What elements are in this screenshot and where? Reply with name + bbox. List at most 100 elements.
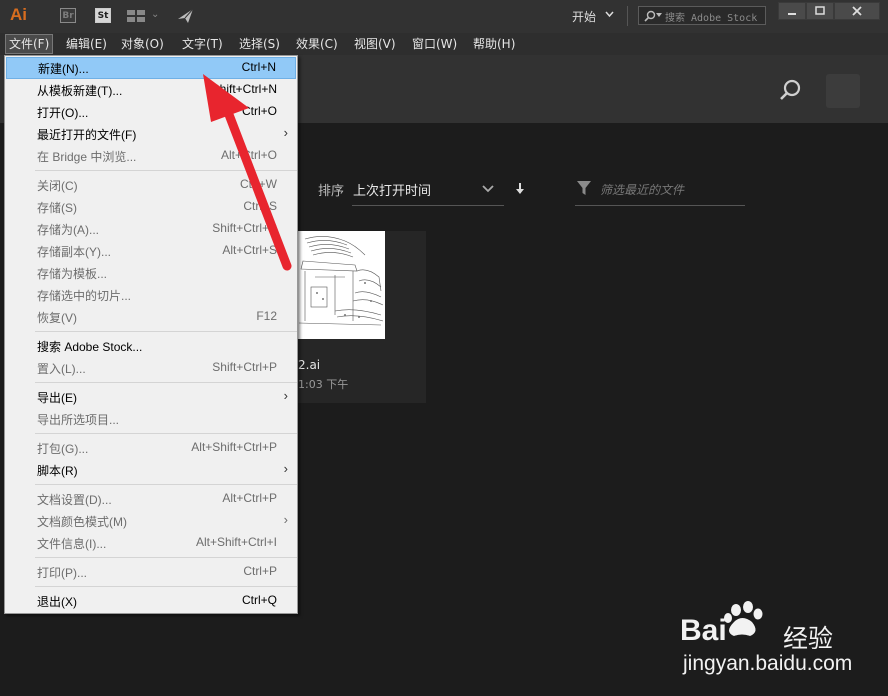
menu-item-label: 存储选中的切片... <box>37 289 132 303</box>
minimize-button[interactable] <box>778 2 806 20</box>
maximize-icon <box>815 6 825 15</box>
menu-item-search-adobe-stock[interactable]: 搜索 Adobe Stock... <box>5 335 297 357</box>
menu-item-label: 搜索 Adobe Stock... <box>37 340 143 354</box>
recent-file-name[interactable]: 2.ai <box>298 358 320 372</box>
filter-underline <box>575 205 745 206</box>
menu-item-close[interactable]: 关闭(C) Ctrl+W <box>5 174 297 196</box>
arrange-chevron-icon[interactable]: ⌄ <box>151 9 159 20</box>
menu-separator <box>35 484 297 485</box>
watermark-brand-cn: 经验 <box>783 624 834 653</box>
menu-item-shortcut: Alt+Ctrl+O <box>220 148 277 162</box>
stock-button[interactable]: St <box>95 8 111 23</box>
menu-separator <box>35 433 297 434</box>
menu-item-revert[interactable]: 恢复(V) F12 <box>5 306 297 328</box>
menu-item-label: 存储为模板... <box>37 267 108 281</box>
menu-item-browse-in-bridge[interactable]: 在 Bridge 中浏览... Alt+Ctrl+O <box>5 145 297 167</box>
menu-item-open-recent[interactable]: 最近打开的文件(F) › <box>5 123 297 145</box>
menu-view[interactable]: 视图(V) <box>354 36 396 52</box>
menu-item-label: 打包(G)... <box>37 442 89 456</box>
filter-input[interactable]: 筛选最近的文件 <box>600 181 684 198</box>
menu-item-label: 置入(L)... <box>37 362 86 376</box>
menu-item-package[interactable]: 打包(G)... Alt+Shift+Ctrl+P <box>5 437 297 459</box>
submenu-arrow-icon: › <box>283 388 288 403</box>
search-icon[interactable] <box>778 78 802 102</box>
menu-item-scripts[interactable]: 脚本(R) › <box>5 459 297 481</box>
divider <box>627 6 628 26</box>
menu-item-label: 文件信息(I)... <box>37 537 107 551</box>
menu-item-label: 最近打开的文件(F) <box>37 128 137 142</box>
filter-icon <box>577 181 591 195</box>
menu-item-shortcut: Shift+Ctrl+S <box>212 221 277 235</box>
chevron-down-icon[interactable] <box>605 10 614 19</box>
arrange-documents-icon[interactable] <box>127 10 145 22</box>
menu-item-export-selection[interactable]: 导出所选项目... <box>5 408 297 430</box>
menu-bar: 文件(F) 编辑(E) 对象(O) 文字(T) 选择(S) 效果(C) 视图(V… <box>0 33 888 55</box>
chevron-down-icon[interactable] <box>482 185 494 193</box>
menu-select[interactable]: 选择(S) <box>239 36 280 52</box>
menu-item-label: 存储(S) <box>37 201 77 215</box>
menu-item-shortcut: Ctrl+P <box>243 564 277 578</box>
menu-item-shortcut: Alt+Ctrl+P <box>222 491 277 505</box>
menu-window[interactable]: 窗口(W) <box>412 36 457 52</box>
menu-item-label: 存储为(A)... <box>37 223 99 237</box>
menu-type[interactable]: 文字(T) <box>182 36 223 52</box>
menu-item-save-selected-slices[interactable]: 存储选中的切片... <box>5 284 297 306</box>
line-art-drawing <box>298 236 384 326</box>
menu-item-shortcut: Alt+Shift+Ctrl+I <box>195 535 277 549</box>
sort-direction-icon[interactable] <box>514 181 526 197</box>
menu-item-exit[interactable]: 退出(X) Ctrl+Q <box>5 590 297 612</box>
menu-item-shortcut: Ctrl+W <box>240 177 277 191</box>
menu-item-save-as-template[interactable]: 存储为模板... <box>5 262 297 284</box>
workspace-switcher[interactable]: 开始 <box>572 8 596 25</box>
menu-object[interactable]: 对象(O) <box>121 36 164 52</box>
recent-file-time: 1:03 下午 <box>298 378 349 391</box>
menu-item-shortcut: Ctrl+N <box>241 60 276 74</box>
menu-item-file-info[interactable]: 文件信息(I)... Alt+Shift+Ctrl+I <box>5 532 297 554</box>
menu-help[interactable]: 帮助(H) <box>473 36 515 52</box>
gpu-performance-icon[interactable] <box>176 6 196 26</box>
menu-item-label: 关闭(C) <box>37 179 78 193</box>
user-avatar[interactable] <box>826 74 860 108</box>
menu-item-shortcut: F12 <box>256 309 277 323</box>
file-menu-dropdown: 新建(N)... Ctrl+N 从模板新建(T)... Shift+Ctrl+N… <box>4 55 298 614</box>
menu-item-place[interactable]: 置入(L)... Shift+Ctrl+P <box>5 357 297 379</box>
menu-item-new[interactable]: 新建(N)... Ctrl+N <box>6 57 296 79</box>
stock-search-input[interactable]: 搜索 Adobe Stock <box>638 6 766 25</box>
menu-item-save-copy[interactable]: 存储副本(Y)... Alt+Ctrl+S <box>5 240 297 262</box>
menu-item-save[interactable]: 存储(S) Ctrl+S <box>5 196 297 218</box>
menu-edit[interactable]: 编辑(E) <box>66 36 107 52</box>
menu-effect[interactable]: 效果(C) <box>296 36 338 52</box>
bridge-button[interactable]: Br <box>60 8 76 23</box>
submenu-arrow-icon: › <box>283 125 288 140</box>
sort-dropdown[interactable]: 上次打开时间 <box>353 180 431 199</box>
stock-search-placeholder: 搜索 Adobe Stock <box>665 13 758 24</box>
menu-file[interactable]: 文件(F) <box>5 34 54 54</box>
menu-item-shortcut: Ctrl+S <box>243 199 277 213</box>
title-bar: Ai Br St ⌄ 开始 搜索 Adobe Stock <box>0 0 888 33</box>
menu-item-label: 恢复(V) <box>37 311 77 325</box>
submenu-arrow-icon: › <box>283 512 288 527</box>
menu-item-export[interactable]: 导出(E) › <box>5 386 297 408</box>
recent-file-thumbnail[interactable] <box>295 231 385 339</box>
watermark-url: jingyan.baidu.com <box>683 652 853 675</box>
menu-item-print[interactable]: 打印(P)... Ctrl+P <box>5 561 297 583</box>
menu-item-document-setup[interactable]: 文档设置(D)... Alt+Ctrl+P <box>5 488 297 510</box>
menu-item-label: 在 Bridge 中浏览... <box>37 150 137 164</box>
menu-separator <box>35 331 297 332</box>
menu-item-shortcut: Alt+Shift+Ctrl+P <box>191 440 277 454</box>
close-button[interactable] <box>834 2 880 20</box>
menu-item-new-from-template[interactable]: 从模板新建(T)... Shift+Ctrl+N <box>5 79 297 101</box>
menu-item-open[interactable]: 打开(O)... Ctrl+O <box>5 101 297 123</box>
illustrator-logo: Ai <box>10 5 27 24</box>
maximize-button[interactable] <box>806 2 834 20</box>
menu-item-label: 导出(E) <box>37 391 77 405</box>
menu-item-label: 打印(P)... <box>37 566 87 580</box>
menu-item-document-color-mode[interactable]: 文档颜色模式(M) › <box>5 510 297 532</box>
menu-item-label: 新建(N)... <box>38 62 89 76</box>
search-icon <box>644 10 656 22</box>
menu-item-shortcut: Ctrl+O <box>241 104 277 118</box>
submenu-arrow-icon: › <box>283 461 288 476</box>
menu-item-save-as[interactable]: 存储为(A)... Shift+Ctrl+S <box>5 218 297 240</box>
menu-item-shortcut: Shift+Ctrl+P <box>212 360 277 374</box>
watermark-brand: Bai <box>680 614 727 647</box>
